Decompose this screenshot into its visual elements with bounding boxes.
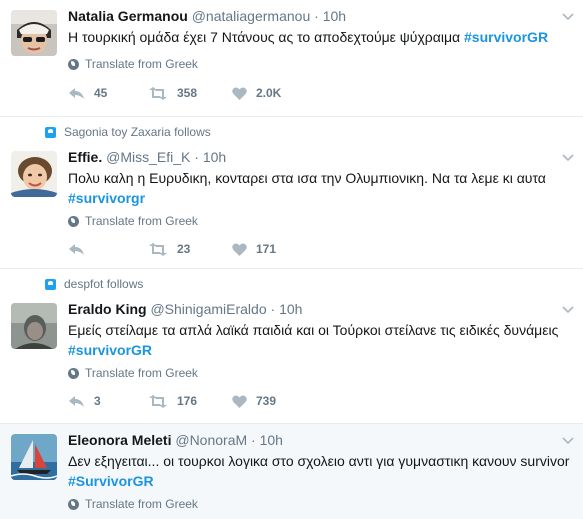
caret-down-icon[interactable] [562,436,574,446]
reply-button[interactable]: 3 [68,394,148,408]
tweet-actions: 3 176 739 [68,393,312,409]
tweet-natalia[interactable]: Natalia Germanou @nataliagermanou · 10h … [0,0,583,117]
reply-icon [69,87,84,99]
like-icon [232,242,247,256]
author-handle[interactable]: @NonoraM [175,432,247,448]
tweet-effie[interactable]: Sagonia toy Zaxaria follows Effie. @Miss_… [0,117,583,269]
translate-label: Translate from Greek [85,57,198,71]
follow-context-label: Sagonia toy Zaxaria follows [64,125,211,139]
follow-context-label: despfot follows [64,277,144,291]
tweet-eleonora[interactable]: Eleonora Meleti @NonoraM · 10h Δεν εξηγει… [0,424,583,519]
avatar[interactable] [11,303,57,349]
reply-button[interactable] [68,243,148,256]
globe-icon [68,498,79,510]
follow-context-icon [45,278,56,290]
hashtag-link[interactable]: #survivorGR [464,29,548,45]
like-count: 2.0K [256,86,282,100]
retweet-count: 358 [177,86,198,100]
avatar[interactable] [11,10,57,56]
globe-icon [68,58,79,70]
like-button[interactable]: 739 [232,394,312,408]
tweet-text: Πολυ καλη η Ευρυδικη, κονταρει στα ισα τ… [68,168,573,208]
like-icon [232,86,247,100]
tweet-time[interactable]: 10h [260,432,283,448]
hashtag-link[interactable]: #survivorGR [68,342,152,358]
tweet-actions: 23 171 [68,241,312,257]
author-name[interactable]: Eraldo King [68,301,147,317]
retweet-icon [149,86,167,100]
tweet-time[interactable]: 10h [203,149,226,165]
reply-count: 45 [94,86,108,100]
separator: · [266,301,280,317]
translate-link[interactable]: Translate from Greek [68,366,198,380]
like-button[interactable]: 2.0K [232,86,312,100]
follow-context: despfot follows [45,277,143,291]
reply-icon [69,243,84,255]
translate-label: Translate from Greek [85,214,198,228]
separator: · [247,432,260,448]
tweet-text: Εμείς στείλαμε τα απλά λαϊκά παιδιά και … [68,320,573,360]
tweet-feed: Natalia Germanou @nataliagermanou · 10h … [0,0,583,519]
tweet-header: Natalia Germanou @nataliagermanou · 10h [68,8,346,24]
retweet-icon [149,394,167,408]
retweet-button[interactable]: 23 [148,242,232,256]
reply-icon [69,395,84,407]
translate-link[interactable]: Translate from Greek [68,497,198,511]
tweet-eraldo[interactable]: despfot follows Eraldo King @ShinigamiEra… [0,269,583,424]
translate-link[interactable]: Translate from Greek [68,214,198,228]
tweet-actions: 45 358 2.0K [68,85,312,101]
author-handle[interactable]: @ShinigamiEraldo [150,301,266,317]
retweet-button[interactable]: 358 [148,86,232,100]
tweet-header: Eraldo King @ShinigamiEraldo · 10h [68,301,302,317]
tweet-time[interactable]: 10h [323,8,346,24]
avatar[interactable] [11,434,57,480]
tweet-time[interactable]: 10h [279,301,302,317]
translate-label: Translate from Greek [85,366,198,380]
tweet-body: Δεν εξηγειται... οι τουρκοι λογικα στο σ… [68,453,570,469]
tweet-text: Δεν εξηγειται... οι τουρκοι λογικα στο σ… [68,451,573,491]
author-handle[interactable]: @Miss_Efi_K [106,149,190,165]
hashtag-link[interactable]: #SurvivorGR [68,473,154,489]
separator: · [190,149,203,165]
retweet-count: 23 [177,242,191,256]
retweet-icon [149,242,167,256]
like-button[interactable]: 171 [232,242,312,256]
reply-count: 3 [94,394,101,408]
hashtag-link[interactable]: #survivorgr [68,190,145,206]
avatar[interactable] [11,151,57,197]
tweet-header: Effie. @Miss_Efi_K · 10h [68,149,226,165]
globe-icon [68,215,79,227]
author-handle[interactable]: @nataliagermanou [192,8,311,24]
like-count: 171 [256,242,277,256]
tweet-body: Εμείς στείλαμε τα απλά λαϊκά παιδιά και … [68,322,559,338]
like-count: 739 [256,394,277,408]
like-icon [232,394,247,408]
caret-down-icon[interactable] [562,305,574,315]
tweet-text: Η τουρκική ομάδα έχει 7 Ντάνους ας το απ… [68,27,573,47]
caret-down-icon[interactable] [562,12,574,22]
follow-context: Sagonia toy Zaxaria follows [45,125,211,139]
translate-label: Translate from Greek [85,497,198,511]
author-name[interactable]: Effie. [68,149,102,165]
tweet-header: Eleonora Meleti @NonoraM · 10h [68,432,283,448]
reply-button[interactable]: 45 [68,86,148,100]
tweet-body: Πολυ καλη η Ευρυδικη, κονταρει στα ισα τ… [68,170,546,186]
globe-icon [68,367,79,379]
author-name[interactable]: Natalia Germanou [68,8,188,24]
translate-link[interactable]: Translate from Greek [68,57,198,71]
separator: · [310,8,323,24]
tweet-body: Η τουρκική ομάδα έχει 7 Ντάνους ας το απ… [68,29,461,45]
retweet-count: 176 [177,394,198,408]
caret-down-icon[interactable] [562,153,574,163]
follow-context-icon [45,126,56,138]
author-name[interactable]: Eleonora Meleti [68,432,171,448]
retweet-button[interactable]: 176 [148,394,232,408]
